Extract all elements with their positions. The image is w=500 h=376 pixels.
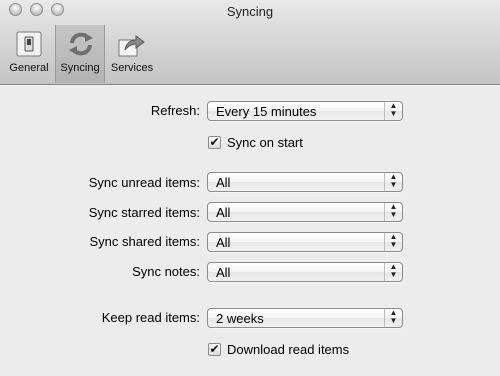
sync-shared-popup[interactable]: All ▲ ▼ bbox=[207, 232, 403, 252]
sync-notes-popup[interactable]: All ▲ ▼ bbox=[207, 262, 403, 282]
keep-read-label: Keep read items: bbox=[101, 310, 200, 325]
sync-unread-label: Sync unread items: bbox=[88, 175, 200, 190]
tab-syncing[interactable]: Syncing bbox=[55, 25, 105, 83]
sync-arrows-icon bbox=[69, 32, 93, 56]
keep-read-popup[interactable]: 2 weeks ▲ ▼ bbox=[207, 308, 403, 328]
chevron-updown-icon: ▲ ▼ bbox=[384, 203, 402, 221]
sync-starred-value: All bbox=[216, 205, 231, 220]
checkmark-icon: ✔ bbox=[208, 342, 221, 356]
share-arrow-icon bbox=[118, 35, 145, 57]
preferences-window: Syncing General Syncing Services Refresh… bbox=[0, 0, 500, 376]
tab-general-label: General bbox=[9, 62, 49, 74]
sync-shared-value: All bbox=[216, 235, 231, 250]
sync-notes-label: Sync notes: bbox=[132, 264, 200, 279]
sync-unread-popup[interactable]: All ▲ ▼ bbox=[207, 172, 403, 192]
tab-syncing-label: Syncing bbox=[60, 62, 100, 74]
chevron-updown-icon: ▲ ▼ bbox=[384, 309, 402, 327]
sync-starred-label: Sync starred items: bbox=[88, 205, 200, 220]
download-read-label: Download read items bbox=[227, 342, 350, 357]
tab-services[interactable]: Services bbox=[107, 25, 157, 83]
refresh-popup[interactable]: Every 15 minutes ▲ ▼ bbox=[207, 101, 403, 121]
keep-read-value: 2 weeks bbox=[216, 311, 264, 326]
sync-on-start-label: Sync on start bbox=[227, 135, 303, 150]
sync-unread-value: All bbox=[216, 175, 231, 190]
tab-general[interactable]: General bbox=[6, 25, 52, 83]
chevron-updown-icon: ▲ ▼ bbox=[384, 102, 402, 120]
chevron-updown-icon: ▲ ▼ bbox=[384, 263, 402, 281]
refresh-label: Refresh: bbox=[150, 103, 200, 118]
window-title: Syncing bbox=[226, 4, 274, 19]
chevron-updown-icon: ▲ ▼ bbox=[384, 233, 402, 251]
checkmark-icon: ✔ bbox=[208, 135, 221, 149]
tab-services-label: Services bbox=[110, 62, 154, 74]
sync-shared-label: Sync shared items: bbox=[89, 234, 200, 249]
refresh-value: Every 15 minutes bbox=[216, 104, 317, 119]
sync-notes-value: All bbox=[216, 265, 231, 280]
sync-starred-popup[interactable]: All ▲ ▼ bbox=[207, 202, 403, 222]
chevron-updown-icon: ▲ ▼ bbox=[384, 173, 402, 191]
switch-icon bbox=[16, 31, 42, 57]
title-bar: Syncing General Syncing Services bbox=[0, 0, 500, 85]
